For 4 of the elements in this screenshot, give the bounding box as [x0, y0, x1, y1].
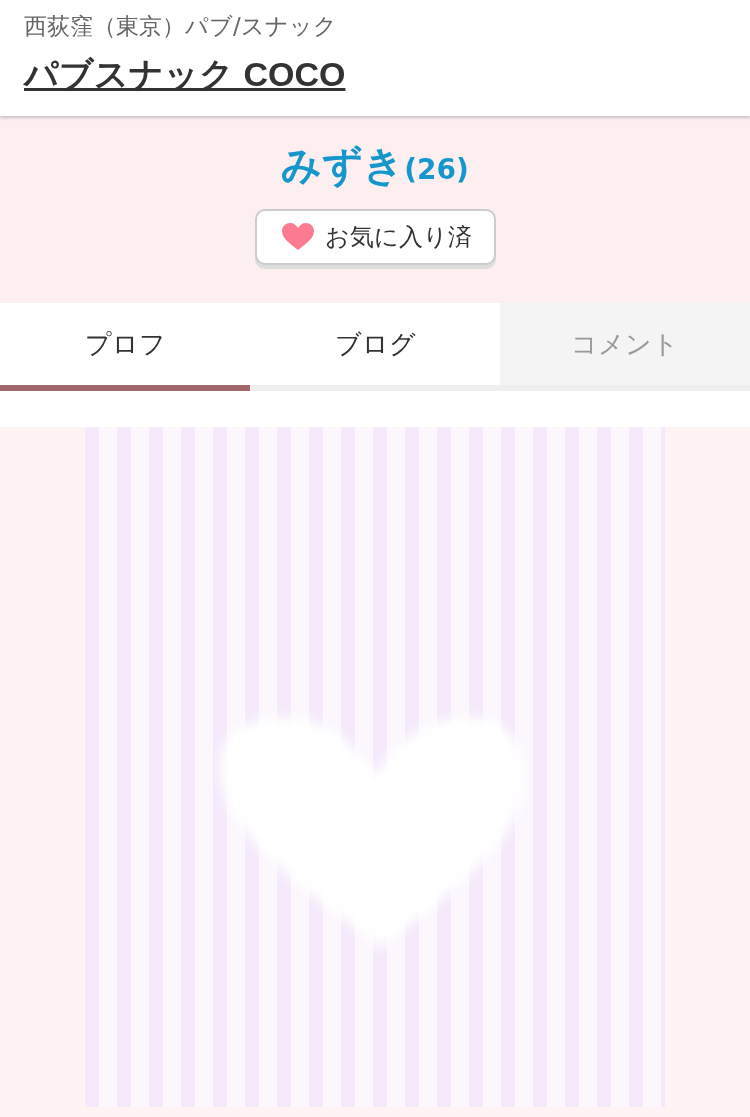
- cast-name: みずき: [281, 141, 405, 190]
- area-label: 西荻窪（東京）パブ/スナック: [24, 12, 338, 41]
- shop-name-link[interactable]: パブスナック COCO: [24, 52, 346, 96]
- cast-age: (26): [404, 153, 469, 186]
